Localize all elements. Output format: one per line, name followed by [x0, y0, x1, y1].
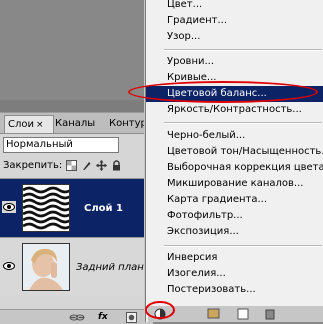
- menu-item-black-white[interactable]: Черно-белый...: [146, 128, 323, 144]
- fx-button[interactable]: fx: [98, 312, 108, 323]
- layer-name: Слой 1: [84, 203, 123, 214]
- menu-item-photo-filter[interactable]: Фотофильтр...: [146, 208, 323, 224]
- menu-item-threshold[interactable]: Изогелия...: [146, 266, 323, 282]
- adjustment-menu: Цвет... Градиент... Узор... Уровни... Кр…: [145, 0, 323, 322]
- tab-channels-label: Каналы: [55, 118, 96, 129]
- eye-icon[interactable]: [2, 260, 16, 272]
- link-layers-icon[interactable]: [68, 312, 86, 323]
- layer-name: Задний план: [76, 262, 144, 273]
- menu-item-gradient-map[interactable]: Карта градиента...: [146, 192, 323, 208]
- menu-item-channel-mixer[interactable]: Микширование каналов...: [146, 176, 323, 192]
- layer-thumbnail-photo: [22, 243, 70, 291]
- layer-row-background[interactable]: Задний план: [0, 237, 153, 296]
- new-group-icon[interactable]: [207, 308, 220, 319]
- panel-tab-bar: Слои × Каналы Контуры: [0, 113, 153, 134]
- layers-panel: Слои × Каналы Контуры Нормальный Закрепит…: [0, 112, 153, 324]
- canvas-area: [0, 0, 150, 100]
- tab-layers-label: Слои: [8, 119, 34, 130]
- menu-item-curves[interactable]: Кривые...: [146, 70, 323, 86]
- blend-mode-select[interactable]: Нормальный: [3, 137, 119, 153]
- menu-item-selective-color[interactable]: Выборочная коррекция цвета...: [146, 160, 323, 176]
- menu-separator: [164, 245, 322, 247]
- eye-icon[interactable]: [2, 201, 16, 213]
- menu-item-exposure[interactable]: Экспозиция...: [146, 224, 323, 240]
- lock-row: Закрепить:: [3, 158, 122, 172]
- close-icon[interactable]: ×: [36, 120, 44, 130]
- menu-item-brightness-contrast[interactable]: Яркость/Контрастность...: [146, 102, 323, 118]
- menu-separator: [164, 122, 322, 124]
- menu-item-invert[interactable]: Инверсия: [146, 250, 323, 266]
- menu-item-posterize[interactable]: Постеризовать...: [146, 282, 323, 298]
- adjustment-layer-icon[interactable]: [154, 308, 166, 320]
- tab-channels[interactable]: Каналы: [52, 115, 102, 132]
- lock-all-icon[interactable]: [111, 159, 122, 171]
- menu-item-color-balance[interactable]: Цветовой баланс...: [146, 86, 323, 102]
- menu-item-levels[interactable]: Уровни...: [146, 54, 323, 70]
- layer-row-layer1[interactable]: Слой 1: [0, 178, 153, 237]
- layer-thumbnail-pattern: [22, 184, 70, 232]
- new-layer-icon[interactable]: [237, 308, 249, 320]
- lock-transparency-icon[interactable]: [66, 159, 78, 171]
- lock-label: Закрепить:: [3, 159, 63, 171]
- menu-item-color-fill[interactable]: Цвет...: [146, 0, 323, 13]
- delete-layer-icon[interactable]: [265, 309, 275, 320]
- lock-pixels-icon[interactable]: [81, 160, 92, 171]
- panel-footer-buttons: [148, 306, 323, 322]
- tab-layers[interactable]: Слои ×: [4, 115, 54, 133]
- add-mask-icon[interactable]: [126, 312, 137, 323]
- menu-item-pattern[interactable]: Узор...: [146, 29, 323, 45]
- lock-position-icon[interactable]: [96, 159, 108, 171]
- menu-item-hue-saturation[interactable]: Цветовой тон/Насыщенность...: [146, 144, 323, 160]
- menu-item-gradient[interactable]: Градиент...: [146, 13, 323, 29]
- menu-separator: [164, 49, 322, 51]
